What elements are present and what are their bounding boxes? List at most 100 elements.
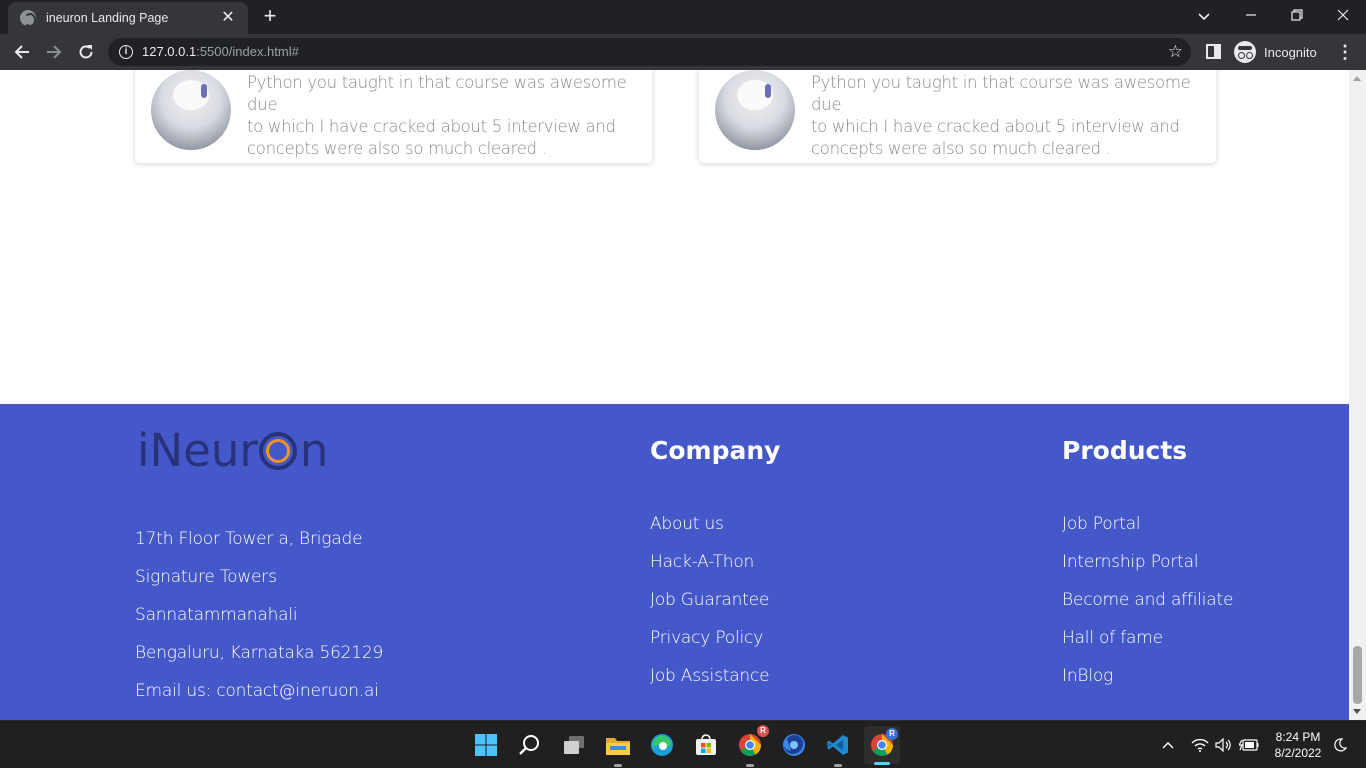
forward-button[interactable] (41, 39, 67, 65)
scroll-up-icon[interactable] (1353, 76, 1361, 81)
battery-button[interactable] (1238, 721, 1260, 768)
taskbar: R R 8:24 PM 8/2/2022 (0, 720, 1366, 768)
url-text[interactable]: 127.0.0.1:5500/index.html# (142, 44, 299, 59)
ineuron-logo[interactable]: iNeur n (137, 422, 328, 478)
search-icon (519, 735, 539, 755)
footer-link-privacy-policy[interactable]: Privacy Policy (650, 628, 763, 648)
logo-text-prefix: iNeur (137, 423, 258, 477)
arrow-right-icon (47, 45, 62, 59)
address-bar[interactable]: i 127.0.0.1:5500/index.html# ☆ (108, 38, 1191, 66)
reload-button[interactable] (73, 39, 99, 65)
footer-link-job-guarantee[interactable]: Job Guarantee (650, 590, 769, 610)
edge-icon (651, 734, 673, 756)
testimonial-line: to which I have cracked about 5 intervie… (247, 117, 616, 136)
file-explorer-button[interactable] (603, 730, 633, 767)
close-window-button[interactable] (1320, 0, 1366, 30)
address-line: Signature Towers (135, 567, 277, 587)
logo-text-suffix: n (299, 423, 329, 477)
back-button[interactable] (9, 39, 35, 65)
scrollbar-thumb[interactable] (1353, 646, 1362, 704)
start-button[interactable] (471, 730, 501, 760)
url-host: 127.0.0.1 (142, 44, 197, 59)
wifi-button[interactable] (1190, 721, 1210, 768)
vscode-button[interactable] (823, 730, 853, 767)
testimonial-card: Python you taught in that course was awe… (699, 70, 1216, 163)
tab-strip: ineuron Landing Page ✕ + (0, 0, 1366, 34)
wifi-icon (1191, 738, 1209, 752)
incognito-icon (1234, 41, 1256, 63)
task-view-button[interactable] (559, 730, 589, 760)
tab-search-button[interactable] (1192, 6, 1216, 26)
browser-toolbar: i 127.0.0.1:5500/index.html# ☆ (0, 34, 1366, 70)
info-icon[interactable]: i (119, 45, 133, 59)
footer-link-become-affiliate[interactable]: Become and affiliate (1062, 590, 1233, 610)
chevron-up-icon (1162, 742, 1174, 749)
firefox-icon (783, 734, 805, 756)
search-button[interactable] (515, 730, 545, 760)
address-line: Bengaluru, Karnataka 562129 (135, 643, 384, 663)
clock-time: 8:24 PM (1275, 730, 1321, 744)
footer-link-inblog[interactable]: InBlog (1062, 666, 1113, 686)
address-line: Sannatammanahali (135, 605, 298, 625)
show-hidden-icons-button[interactable] (1158, 721, 1178, 768)
profile-badge: R (886, 728, 898, 740)
tab-ineuron[interactable]: ineuron Landing Page ✕ (8, 2, 248, 34)
focus-moon-icon (1334, 738, 1347, 752)
company-heading: Company (650, 436, 781, 465)
footer-link-job-portal[interactable]: Job Portal (1062, 514, 1141, 534)
contact-email[interactable]: Email us: contact@ineruon.ai (135, 681, 379, 701)
incognito-indicator[interactable]: Incognito (1234, 39, 1317, 65)
side-panel-icon[interactable] (1206, 44, 1221, 59)
edge-button[interactable] (647, 730, 677, 760)
arrow-left-icon (14, 45, 29, 59)
running-indicator (746, 764, 754, 767)
minimize-button[interactable] (1228, 0, 1274, 30)
incognito-label: Incognito (1264, 44, 1317, 60)
footer-link-job-assistance[interactable]: Job Assistance (650, 666, 770, 686)
tab-close-icon[interactable]: ✕ (218, 8, 238, 28)
running-indicator (834, 764, 842, 767)
globe-icon (20, 10, 36, 27)
footer-link-internship-portal[interactable]: Internship Portal (1062, 552, 1199, 572)
testimonial-text: Python you taught in that course was awe… (811, 72, 1196, 160)
profile-badge: R (757, 725, 769, 737)
battery-charging-icon (1239, 739, 1259, 751)
notifications-button[interactable] (1330, 721, 1350, 768)
firefox-button[interactable] (779, 730, 809, 760)
footer-link-hall-of-fame[interactable]: Hall of fame (1062, 628, 1163, 648)
url-path: :5500/index.html# (196, 44, 299, 59)
testimonial-line: to which I have cracked about 5 intervie… (811, 117, 1180, 136)
page-scrollbar[interactable] (1349, 70, 1366, 720)
speaker-icon (1215, 738, 1231, 752)
scroll-down-icon[interactable] (1353, 709, 1361, 714)
store-icon (696, 734, 716, 755)
task-view-icon (564, 736, 584, 754)
testimonial-line: concepts were also so much cleared . (247, 139, 547, 158)
testimonial-line: concepts were also so much cleared . (811, 139, 1111, 158)
taskbar-clock[interactable]: 8:24 PM 8/2/2022 (1266, 729, 1330, 761)
restore-icon (1291, 9, 1303, 21)
logo-o-mark-icon (258, 430, 299, 470)
store-button[interactable] (691, 730, 721, 760)
bookmark-star-icon[interactable]: ☆ (1168, 42, 1183, 62)
chevron-down-icon (1198, 13, 1210, 21)
close-icon (1337, 9, 1349, 21)
volume-button[interactable] (1214, 721, 1234, 768)
testimonial-line: Python you taught in that course was awe… (247, 73, 627, 114)
testimonial-card: Python you taught in that course was awe… (135, 70, 652, 163)
chrome-button-1[interactable]: R (735, 725, 769, 767)
testimonial-avatar (715, 70, 795, 150)
clock-date: 8/2/2022 (1274, 746, 1322, 760)
address-line: 17th Floor Tower a, Brigade (135, 529, 363, 549)
new-tab-button[interactable]: + (258, 5, 282, 29)
page-viewport: Python you taught in that course was awe… (0, 70, 1349, 720)
chrome-button-2[interactable]: R (864, 726, 900, 765)
restore-button[interactable] (1274, 0, 1320, 30)
footer-link-about-us[interactable]: About us (650, 514, 724, 534)
minimize-icon (1246, 14, 1256, 16)
testimonial-avatar (151, 70, 231, 150)
windows-logo-icon (475, 734, 497, 756)
vscode-icon (827, 735, 848, 755)
footer-link-hackathon[interactable]: Hack-A-Thon (650, 552, 754, 572)
kebab-menu-icon[interactable]: ⋮ (1336, 41, 1354, 63)
